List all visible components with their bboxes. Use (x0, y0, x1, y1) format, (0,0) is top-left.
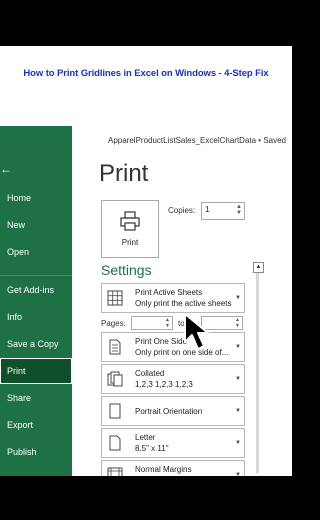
document-title: ApparelProductListSales_ExcelChartData •… (108, 136, 287, 145)
chevron-down-icon: ▼ (235, 344, 241, 350)
setting-primary-text: Print Active Sheets (135, 288, 203, 297)
printer-icon (120, 211, 140, 231)
sidebar-item-info[interactable]: Info (0, 304, 72, 330)
sidebar-item-label: Save a Copy (7, 339, 59, 349)
sidebar-item-export[interactable]: Export (0, 412, 72, 438)
collation-dropdown[interactable]: Collated 1,2,3 1,2,3 1,2,3 ▼ (101, 364, 245, 394)
portrait-icon (109, 403, 121, 419)
copies-value: 1 (205, 205, 210, 214)
sidebar-item-print[interactable]: Print (0, 358, 72, 384)
copies-stepper[interactable]: 1 ▲ ▼ (201, 202, 245, 220)
sidebar-item-label: Open (7, 247, 30, 257)
sidebar-item-open[interactable]: Open (0, 239, 72, 265)
setting-primary-text: Letter (135, 433, 156, 442)
sidebar-item-share[interactable]: Share (0, 385, 72, 411)
banner-title: How to Print Gridlines in Excel on Windo… (23, 68, 269, 79)
sidebar-item-label: Share (7, 393, 32, 403)
sheet-grid-icon (107, 290, 123, 306)
margins-dropdown[interactable]: Normal Margins ▼ (101, 460, 245, 476)
sidebar-item-label: Info (7, 312, 23, 322)
sidebar-item-label: Get Add-ins (7, 285, 55, 295)
video-banner: How to Print Gridlines in Excel on Windo… (0, 46, 292, 126)
sidebar-item-home[interactable]: Home (0, 185, 72, 211)
chevron-down-icon: ▼ (235, 408, 241, 414)
video-top-bar (0, 0, 292, 46)
setting-primary-text: Collated (135, 369, 165, 378)
print-what-dropdown[interactable]: Print Active Sheets Only print the activ… (101, 283, 245, 313)
setting-primary-text: Print One Side (135, 337, 188, 346)
sidebar-divider (0, 275, 72, 276)
collated-icon (107, 371, 123, 387)
sidebar-item-label: New (7, 220, 26, 230)
copies-label: Copies: (168, 206, 196, 215)
chevron-down-icon: ▼ (235, 376, 241, 382)
scroll-up-icon[interactable]: ▲ (253, 262, 264, 273)
chevron-down-icon: ▼ (235, 295, 241, 301)
sidebar-item-label: Print (7, 366, 26, 376)
sidebar-item-label: Home (7, 193, 32, 203)
pages-label: Pages: (101, 319, 126, 328)
pages-from-input[interactable]: ▲ ▼ (131, 316, 173, 330)
page-title: Print (99, 160, 149, 187)
spinner-icon[interactable]: ▲ ▼ (236, 204, 242, 216)
margins-icon (107, 467, 123, 476)
chevron-down-icon: ▼ (235, 440, 241, 446)
sidebar-item-publish[interactable]: Publish (0, 439, 72, 465)
paper-size-dropdown[interactable]: Letter 8.5" x 11" ▼ (101, 428, 245, 458)
setting-primary-text: Normal Margins (135, 465, 192, 474)
spinner-icon[interactable]: ▲ ▼ (235, 317, 240, 329)
print-button[interactable]: Print (101, 200, 159, 258)
scrollbar[interactable] (256, 273, 259, 473)
backstage-sidebar: ← Home New Open Get Add-ins Info Save a … (0, 126, 72, 476)
sides-dropdown[interactable]: Print One Side Only print on one side of… (101, 332, 245, 362)
print-button-label: Print (121, 238, 139, 247)
setting-secondary-text: Only print the active sheets (135, 299, 232, 308)
sidebar-item-label: Export (7, 420, 34, 430)
settings-heading: Settings (101, 262, 152, 278)
sidebar-item-label: Publish (7, 447, 37, 457)
letter-paper-icon (109, 435, 121, 451)
excel-backstage-screen: ← Home New Open Get Add-ins Info Save a … (0, 126, 292, 476)
sidebar-item-new[interactable]: New (0, 212, 72, 238)
back-arrow-icon[interactable]: ← (0, 162, 12, 176)
setting-secondary-text: 8.5" x 11" (135, 444, 169, 453)
setting-primary-text: Portrait Orientation (135, 407, 203, 416)
sidebar-item-get-add-ins[interactable]: Get Add-ins (0, 277, 72, 303)
video-bottom-bar (0, 476, 292, 520)
orientation-dropdown[interactable]: Portrait Orientation ▼ (101, 396, 245, 426)
mouse-pointer-icon (184, 313, 209, 350)
spinner-icon[interactable]: ▲ ▼ (165, 317, 170, 329)
sidebar-item-save-a-copy[interactable]: Save a Copy (0, 331, 72, 357)
setting-secondary-text: 1,2,3 1,2,3 1,2,3 (135, 380, 193, 389)
one-sided-icon (109, 339, 121, 355)
